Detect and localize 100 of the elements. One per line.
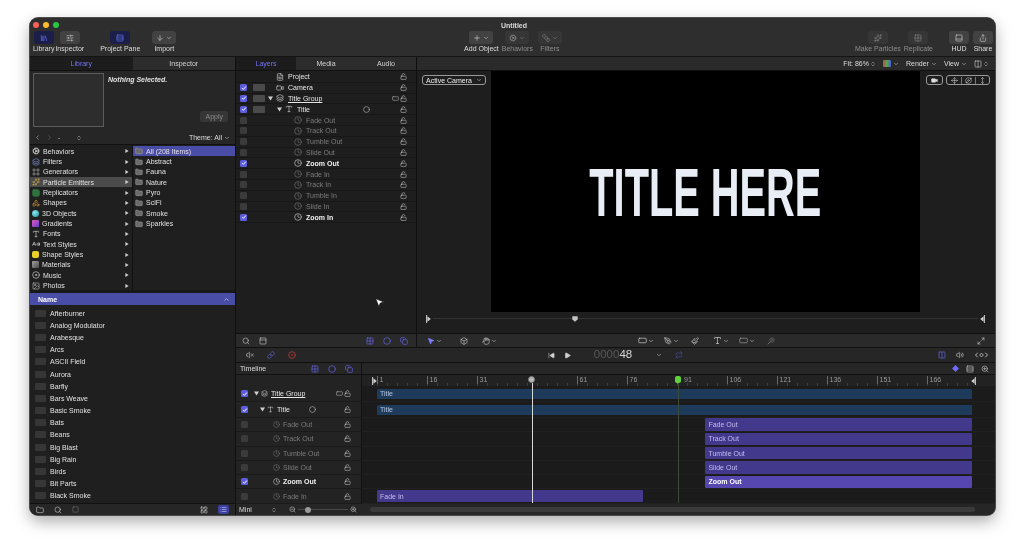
grid-view-icon[interactable] bbox=[200, 505, 208, 514]
in-point-icon[interactable] bbox=[372, 376, 377, 385]
checkbox[interactable] bbox=[240, 159, 247, 167]
orbit-icon[interactable] bbox=[965, 76, 972, 84]
vertical-arrow-icon[interactable] bbox=[979, 76, 986, 84]
checkbox[interactable] bbox=[240, 181, 247, 189]
checkbox[interactable] bbox=[240, 105, 247, 113]
checkbox[interactable] bbox=[240, 202, 247, 210]
lock-icon[interactable] bbox=[344, 421, 351, 429]
search-icon[interactable] bbox=[54, 505, 62, 514]
folder-icon[interactable] bbox=[36, 505, 44, 514]
paintbrush-icon[interactable] bbox=[690, 336, 699, 345]
disclosure-triangle-icon[interactable] bbox=[277, 106, 282, 112]
zoom-icon[interactable] bbox=[981, 364, 989, 373]
lock-icon[interactable] bbox=[400, 170, 407, 178]
chevron-down-icon[interactable] bbox=[436, 337, 442, 344]
framed-rectangle-icon[interactable] bbox=[738, 336, 748, 345]
mini-timeline-track[interactable] bbox=[433, 315, 978, 322]
stacked-squares-icon[interactable] bbox=[400, 336, 408, 345]
grid-icon[interactable] bbox=[366, 336, 374, 345]
lock-icon[interactable] bbox=[400, 181, 407, 189]
camera-button[interactable] bbox=[926, 75, 943, 85]
expand-icon[interactable] bbox=[977, 336, 985, 345]
record-icon[interactable] bbox=[288, 351, 296, 359]
lock-icon[interactable] bbox=[400, 116, 407, 124]
lock-icon[interactable] bbox=[400, 213, 407, 221]
checkbox[interactable] bbox=[240, 138, 247, 146]
out-point-icon[interactable] bbox=[980, 314, 985, 323]
playhead-handle[interactable] bbox=[527, 376, 535, 383]
lock-icon[interactable] bbox=[344, 449, 351, 457]
lock-icon[interactable] bbox=[344, 435, 351, 443]
circle-icon[interactable] bbox=[383, 336, 391, 345]
lock-icon[interactable] bbox=[400, 192, 407, 200]
zoom-in-icon[interactable] bbox=[350, 506, 357, 513]
wand-icon[interactable] bbox=[766, 336, 775, 345]
muted-speaker-icon[interactable] bbox=[246, 351, 254, 359]
chevron-down-icon[interactable] bbox=[722, 337, 729, 344]
lock-icon[interactable] bbox=[400, 127, 407, 135]
minimize-icon[interactable] bbox=[43, 22, 49, 28]
cube-icon[interactable] bbox=[460, 336, 468, 345]
pen-tool-icon[interactable] bbox=[663, 336, 672, 345]
checkbox[interactable] bbox=[240, 127, 247, 135]
lock-icon[interactable] bbox=[400, 148, 407, 156]
up-down-chevron-icon[interactable] bbox=[983, 60, 989, 67]
close-icon[interactable] bbox=[33, 22, 39, 28]
keyframe-navigation-icon[interactable] bbox=[974, 352, 989, 358]
layout-icon[interactable] bbox=[974, 59, 982, 68]
grid-icon[interactable] bbox=[311, 364, 319, 373]
lock-icon[interactable] bbox=[344, 492, 351, 500]
rectangle-icon[interactable] bbox=[637, 336, 647, 345]
checkbox[interactable] bbox=[240, 192, 247, 200]
back-icon[interactable] bbox=[34, 134, 41, 141]
color-channels-icon[interactable] bbox=[883, 60, 891, 67]
lock-icon[interactable] bbox=[400, 95, 407, 102]
marker-pin-icon[interactable] bbox=[674, 376, 681, 383]
lock-icon[interactable] bbox=[344, 406, 351, 413]
out-point-icon[interactable] bbox=[971, 376, 976, 385]
disclosure-triangle-icon[interactable] bbox=[254, 391, 259, 396]
checkbox[interactable] bbox=[241, 390, 248, 397]
link-icon[interactable] bbox=[267, 351, 275, 359]
split-panel-icon[interactable] bbox=[938, 351, 946, 359]
checkbox[interactable] bbox=[241, 464, 248, 472]
chevron-down-icon[interactable] bbox=[893, 60, 899, 67]
speaker-icon[interactable] bbox=[956, 351, 964, 359]
lock-icon[interactable] bbox=[344, 478, 351, 486]
list-view-icon[interactable] bbox=[218, 505, 229, 514]
checkbox[interactable] bbox=[241, 435, 248, 443]
checkbox[interactable] bbox=[240, 170, 247, 178]
lock-icon[interactable] bbox=[400, 84, 407, 92]
zoom-slider-track[interactable] bbox=[298, 506, 348, 513]
move-arrows-icon[interactable] bbox=[950, 76, 958, 84]
playhead-handle[interactable] bbox=[571, 315, 578, 322]
chevron-down-icon[interactable] bbox=[491, 337, 497, 344]
search-icon[interactable] bbox=[242, 336, 250, 345]
hand-icon[interactable] bbox=[482, 336, 490, 345]
checkbox[interactable] bbox=[240, 95, 247, 102]
checkbox[interactable] bbox=[241, 421, 248, 429]
checkbox[interactable] bbox=[240, 213, 247, 221]
disclosure-triangle-icon[interactable] bbox=[268, 96, 273, 101]
checkbox[interactable] bbox=[240, 116, 247, 124]
stacked-squares-icon[interactable] bbox=[345, 364, 353, 373]
skip-back-icon[interactable] bbox=[547, 351, 555, 359]
lock-icon[interactable] bbox=[400, 73, 407, 81]
fullscreen-icon[interactable] bbox=[53, 22, 59, 28]
checkbox[interactable] bbox=[241, 449, 248, 457]
in-point-icon[interactable] bbox=[426, 314, 431, 323]
checkbox[interactable] bbox=[241, 492, 248, 500]
chevron-down-icon[interactable] bbox=[656, 352, 663, 358]
lock-icon[interactable] bbox=[400, 138, 407, 146]
lock-icon[interactable] bbox=[400, 105, 407, 113]
zoom-out-icon[interactable] bbox=[289, 506, 296, 513]
checkbox[interactable] bbox=[241, 478, 248, 486]
pointer-icon[interactable] bbox=[427, 336, 435, 345]
play-icon[interactable] bbox=[563, 351, 571, 359]
checkbox[interactable] bbox=[240, 84, 247, 92]
lock-icon[interactable] bbox=[344, 390, 351, 397]
checkbox[interactable] bbox=[241, 406, 248, 413]
lock-icon[interactable] bbox=[400, 202, 407, 210]
chevron-down-icon[interactable] bbox=[748, 337, 755, 344]
lock-icon[interactable] bbox=[400, 159, 407, 167]
